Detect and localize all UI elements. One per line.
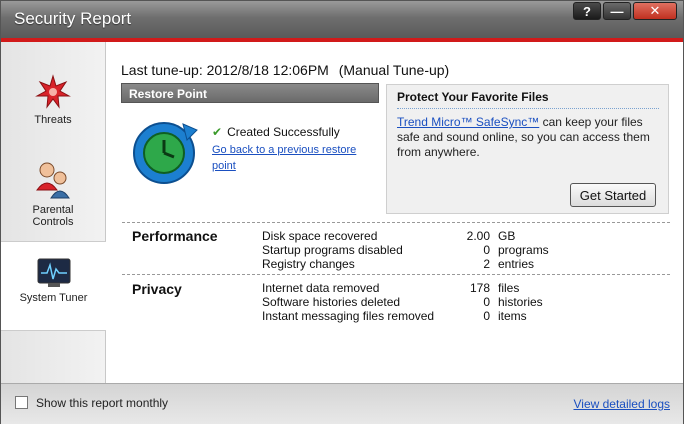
row-value: 2.00 bbox=[466, 229, 490, 243]
performance-row: Startup programs disabled 0 programs bbox=[262, 243, 682, 257]
row-value: 0 bbox=[483, 309, 490, 323]
help-button[interactable]: ? bbox=[573, 2, 601, 20]
row-unit: items bbox=[498, 309, 527, 323]
tuneup-mode: (Manual Tune-up) bbox=[338, 62, 450, 78]
restore-point-header: Restore Point bbox=[121, 83, 379, 103]
safesync-link[interactable]: Trend Micro™ SafeSync™ bbox=[397, 115, 539, 129]
system-tuner-icon bbox=[37, 258, 70, 287]
sidebar-item-parental-controls[interactable]: Parental Controls bbox=[1, 160, 105, 228]
row-value: 0 bbox=[483, 295, 490, 309]
row-label: Instant messaging files removed bbox=[262, 309, 435, 323]
security-report-window: Security Report ? — ✕ Threats Parental C… bbox=[0, 0, 684, 424]
get-started-button[interactable]: Get Started bbox=[570, 183, 656, 207]
row-unit: files bbox=[498, 281, 520, 295]
monthly-report-label[interactable]: Show this report monthly bbox=[36, 396, 168, 410]
restore-previous-link[interactable]: Go back to a previous restore point bbox=[212, 142, 372, 174]
row-label: Startup programs disabled bbox=[262, 243, 403, 257]
footer: Show this report monthly View detailed l… bbox=[1, 383, 683, 424]
privacy-row: Software histories deleted 0 histories bbox=[262, 295, 682, 309]
minimize-button[interactable]: — bbox=[603, 2, 631, 20]
help-icon: ? bbox=[583, 3, 591, 19]
divider bbox=[397, 108, 659, 109]
protect-files-title: Protect Your Favorite Files bbox=[397, 90, 549, 104]
row-unit: programs bbox=[498, 243, 549, 257]
main-panel: Last tune-up: 2012/8/18 12:06PM (Manual … bbox=[105, 42, 683, 383]
minimize-icon: — bbox=[610, 3, 624, 19]
title-bar[interactable]: Security Report ? — ✕ bbox=[1, 1, 683, 38]
sidebar-item-label: Parental Controls bbox=[32, 204, 74, 228]
last-tuneup: Last tune-up: 2012/8/18 12:06PM (Manual … bbox=[121, 62, 449, 78]
close-button[interactable]: ✕ bbox=[633, 2, 677, 20]
check-icon: ✔ bbox=[212, 125, 223, 139]
row-label: Disk space recovered bbox=[262, 229, 378, 243]
row-value: 178 bbox=[469, 281, 490, 295]
row-unit: GB bbox=[498, 229, 516, 243]
row-unit: histories bbox=[498, 295, 543, 309]
row-label: Internet data removed bbox=[262, 281, 380, 295]
sidebar-item-label: Threats bbox=[34, 114, 72, 126]
parental-controls-icon bbox=[36, 162, 70, 199]
protect-files-description: Trend Micro™ SafeSync™ can keep your fil… bbox=[397, 115, 663, 160]
restore-status-text: Created Successfully bbox=[227, 125, 340, 139]
view-logs-link[interactable]: View detailed logs bbox=[573, 397, 670, 411]
row-label: Software histories deleted bbox=[262, 295, 401, 309]
sidebar-item-threats[interactable]: Threats bbox=[1, 74, 105, 126]
performance-title: Performance bbox=[132, 228, 218, 244]
sidebar: Threats Parental Controls System Tuner bbox=[1, 42, 106, 383]
last-tuneup-time: Last tune-up: 2012/8/18 12:06PM bbox=[121, 62, 329, 78]
performance-row: Registry changes 2 entries bbox=[262, 257, 682, 271]
row-label: Registry changes bbox=[262, 257, 355, 271]
privacy-row: Instant messaging files removed 0 items bbox=[262, 309, 682, 323]
sidebar-item-label: System Tuner bbox=[19, 292, 88, 304]
row-value: 0 bbox=[483, 243, 490, 257]
threats-icon bbox=[35, 74, 71, 109]
row-unit: entries bbox=[498, 257, 535, 271]
performance-row: Disk space recovered 2.00 GB bbox=[262, 229, 682, 243]
divider bbox=[122, 274, 670, 275]
window-title: Security Report bbox=[14, 9, 132, 28]
divider bbox=[122, 222, 670, 223]
privacy-row: Internet data removed 178 files bbox=[262, 281, 682, 295]
restore-status: ✔ Created Successfully bbox=[212, 125, 340, 139]
close-icon: ✕ bbox=[649, 3, 661, 18]
restore-point-icon bbox=[133, 122, 198, 184]
title-bar-buttons: ? — ✕ bbox=[573, 2, 677, 20]
row-value: 2 bbox=[483, 257, 490, 271]
monthly-report-checkbox[interactable] bbox=[15, 396, 28, 409]
privacy-title: Privacy bbox=[132, 281, 182, 297]
protect-files-panel: Protect Your Favorite Files Trend Micro™… bbox=[386, 84, 669, 214]
sidebar-item-system-tuner[interactable]: System Tuner bbox=[1, 241, 106, 331]
